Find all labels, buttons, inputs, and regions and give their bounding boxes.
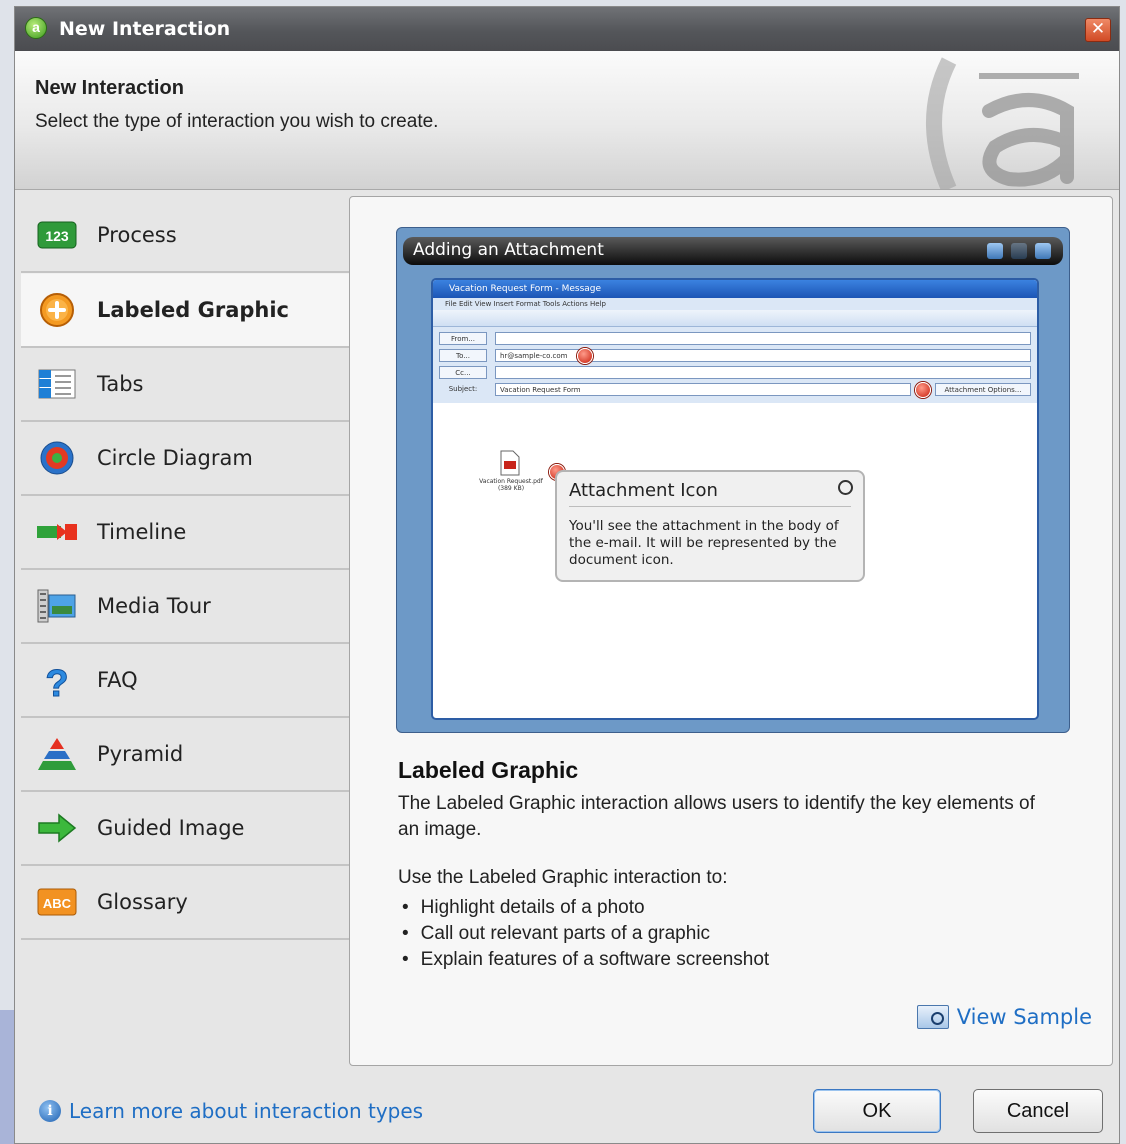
preview-close-icon bbox=[1035, 243, 1051, 259]
callout-box: Attachment Icon You'll see the attachmen… bbox=[555, 470, 865, 582]
labeled-graphic-plus-icon bbox=[40, 293, 74, 327]
description-intro: Use the Labeled Graphic interaction to: bbox=[398, 867, 728, 888]
list-item: Call out relevant parts of a graphic bbox=[398, 921, 769, 947]
sidebar-item-media-tour[interactable]: Media Tour bbox=[21, 570, 351, 644]
preview-magnifier-icon bbox=[916, 1005, 949, 1029]
sidebar-item-label: Circle Diagram bbox=[97, 446, 253, 470]
preview-volume-icon bbox=[987, 243, 1003, 259]
view-sample-link[interactable]: View Sample bbox=[916, 1005, 1092, 1029]
mail-cc-button: Cc... bbox=[439, 366, 487, 379]
callout-divider bbox=[569, 506, 851, 507]
preview-mail-window: Vacation Request Form - Message File Edi… bbox=[431, 278, 1039, 720]
process-123-icon: 123 bbox=[37, 221, 77, 249]
cancel-button[interactable]: Cancel bbox=[973, 1089, 1103, 1133]
brand-a-logo bbox=[926, 57, 1079, 189]
preview-title-bar: Adding an Attachment bbox=[403, 237, 1063, 265]
sidebar-item-faq[interactable]: ? FAQ bbox=[21, 644, 351, 718]
sidebar-item-labeled-graphic[interactable]: Labeled Graphic bbox=[21, 273, 367, 348]
dialog-header: New Interaction Select the type of inter… bbox=[15, 51, 1119, 190]
learn-more-link[interactable]: i Learn more about interaction types bbox=[39, 1099, 423, 1123]
preview-next-icon bbox=[1011, 243, 1027, 259]
mail-from-button: From... bbox=[439, 332, 487, 345]
mail-to-button: To... bbox=[439, 349, 487, 362]
guided-image-arrow-icon bbox=[38, 813, 77, 843]
description-title: Labeled Graphic bbox=[398, 757, 579, 783]
sidebar-item-tabs[interactable]: Tabs bbox=[21, 348, 351, 422]
pdf-document-icon bbox=[500, 450, 520, 476]
tabs-icon bbox=[38, 369, 76, 399]
sidebar-item-label: Timeline bbox=[97, 520, 187, 544]
svg-text:?: ? bbox=[45, 663, 68, 698]
svg-text:ABC: ABC bbox=[43, 896, 72, 911]
view-sample-label: View Sample bbox=[956, 1005, 1092, 1029]
mail-subject-field: Vacation Request Form bbox=[495, 383, 911, 396]
hotspot-marker-icon bbox=[915, 382, 931, 398]
sidebar-item-label: Labeled Graphic bbox=[97, 298, 290, 322]
sidebar-item-label: Guided Image bbox=[97, 816, 245, 840]
mail-toolbar bbox=[433, 310, 1037, 327]
mail-attachment-options-button: Attachment Options... bbox=[935, 383, 1031, 396]
hotspot-marker-icon bbox=[577, 348, 593, 364]
pyramid-icon bbox=[38, 738, 76, 770]
callout-body: You'll see the attachment in the body of… bbox=[569, 518, 839, 568]
sidebar-item-process[interactable]: 123 Process bbox=[21, 199, 351, 273]
info-icon: i bbox=[39, 1100, 61, 1122]
ok-button[interactable]: OK bbox=[813, 1089, 941, 1133]
mail-subject-label: Subject: bbox=[448, 385, 478, 393]
description-bullets: Highlight details of a photo Call out re… bbox=[398, 895, 770, 973]
mail-fields: From... To... hr@sample-co.com Cc... Sub… bbox=[433, 327, 1037, 403]
mail-window-title: Vacation Request Form - Message bbox=[433, 280, 1037, 298]
sidebar-item-label: Pyramid bbox=[97, 742, 184, 766]
faq-question-icon: ? bbox=[45, 663, 69, 699]
sidebar-item-guided-image[interactable]: Guided Image bbox=[21, 792, 351, 866]
callout-close-icon bbox=[838, 480, 853, 495]
timeline-icon bbox=[37, 524, 77, 540]
list-item: Explain features of a software screensho… bbox=[398, 947, 770, 973]
circle-diagram-icon bbox=[40, 441, 74, 475]
description-text: The Labeled Graphic interaction allows u… bbox=[398, 793, 1035, 840]
window-title: New Interaction bbox=[59, 18, 231, 40]
details-panel: Adding an Attachment Vacation Request Fo… bbox=[349, 196, 1113, 1066]
mail-menu-bar: File Edit View Insert Format Tools Actio… bbox=[433, 298, 1037, 310]
mail-to-field: hr@sample-co.com bbox=[495, 349, 1031, 362]
sidebar-item-label: Tabs bbox=[97, 372, 144, 396]
svg-text:123: 123 bbox=[45, 228, 69, 244]
preview-title: Adding an Attachment bbox=[413, 240, 604, 260]
preview-image: Adding an Attachment Vacation Request Fo… bbox=[396, 227, 1070, 733]
interaction-type-list: 123 Process Labeled Graphic Tabs Circle … bbox=[21, 199, 367, 940]
learn-more-label: Learn more about interaction types bbox=[69, 1099, 424, 1123]
header-title: New Interaction bbox=[35, 77, 184, 99]
callout-title: Attachment Icon bbox=[569, 480, 718, 501]
mail-cc-field bbox=[495, 366, 1031, 379]
sidebar-item-label: Glossary bbox=[97, 890, 188, 914]
header-subtitle: Select the type of interaction you wish … bbox=[35, 111, 439, 132]
attachment-caption: Vacation Request.pdf (389 KB) bbox=[479, 478, 543, 492]
sidebar-item-label: Media Tour bbox=[97, 594, 211, 618]
sidebar-item-circle-diagram[interactable]: Circle Diagram bbox=[21, 422, 351, 496]
app-logo-icon: a bbox=[25, 17, 47, 39]
media-tour-icon bbox=[37, 589, 76, 623]
sidebar-item-glossary[interactable]: ABC Glossary bbox=[21, 866, 351, 940]
title-bar[interactable]: a New Interaction ✕ bbox=[15, 7, 1119, 51]
list-item: Highlight details of a photo bbox=[398, 895, 769, 921]
mail-from-field bbox=[495, 332, 1031, 345]
sidebar-item-timeline[interactable]: Timeline bbox=[21, 496, 351, 570]
glossary-abc-icon: ABC bbox=[37, 888, 77, 916]
sidebar-item-pyramid[interactable]: Pyramid bbox=[21, 718, 351, 792]
sidebar-item-label: FAQ bbox=[97, 668, 138, 692]
new-interaction-dialog: a New Interaction ✕ New Interaction Sele… bbox=[14, 6, 1120, 1144]
close-button[interactable]: ✕ bbox=[1085, 18, 1111, 42]
sidebar-item-label: Process bbox=[97, 223, 177, 247]
